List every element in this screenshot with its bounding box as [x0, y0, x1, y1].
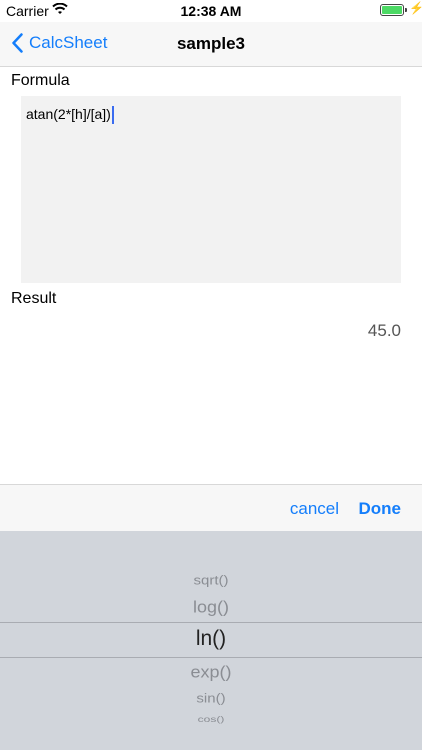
picker-item[interactable]: cos()	[0, 714, 422, 724]
charging-icon: ⚡	[409, 1, 422, 15]
formula-editor[interactable]: atan(2*[h]/[a])	[21, 96, 401, 283]
picker-item[interactable]: exp()	[0, 663, 422, 683]
battery-icon	[380, 4, 407, 16]
picker-item[interactable]: sin()	[0, 691, 422, 705]
formula-text: atan(2*[h]/[a])	[26, 106, 111, 122]
picker-item-selected[interactable]: ln()	[0, 627, 422, 651]
cancel-button[interactable]: cancel	[290, 499, 339, 519]
result-value: 45.0	[367, 321, 401, 340]
picker-item[interactable]: sqrt()	[0, 573, 422, 587]
picker-toolbar: cancel Done	[0, 484, 422, 532]
done-button[interactable]: Done	[359, 499, 402, 519]
picker-item[interactable]: log()	[0, 598, 422, 618]
status-bar: Carrier 12:38 AM ⚡	[0, 0, 422, 22]
navigation-bar: CalcSheet sample3	[0, 22, 422, 67]
page-title: sample3	[176, 34, 246, 53]
text-cursor	[111, 106, 114, 125]
result-label: Result	[11, 290, 57, 307]
formula-label: Formula	[11, 72, 70, 89]
function-picker[interactable]: sqrt() log() ln() exp() sin() cos()	[0, 531, 422, 750]
status-time: 12:38 AM	[180, 3, 242, 19]
